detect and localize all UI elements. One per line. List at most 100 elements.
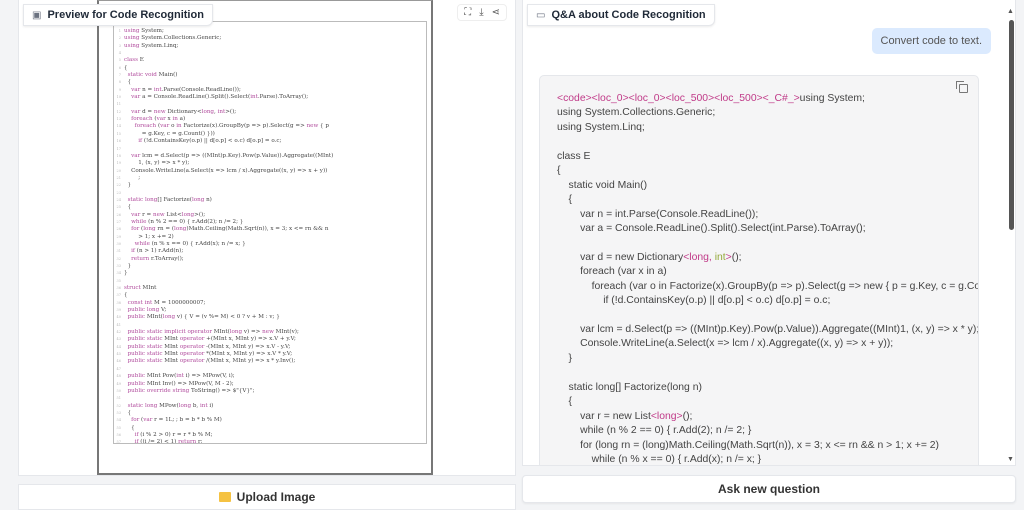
line-number: 56 (116, 432, 121, 437)
code-token: if (!d.ContainsKey(o.p) || d[o.p] < o.c)… (557, 295, 831, 307)
code-image-line: 28 for (long rn = (long)Math.Ceiling(Mat… (114, 226, 426, 233)
code-image-line: 50 public override string ToString() => … (114, 388, 426, 395)
code-image-line: 43 public static MInt operator +(MInt x,… (114, 336, 426, 343)
answer-line: using System.Linq; (557, 121, 978, 135)
code-image-line: 3 using System.Linq; (114, 43, 426, 50)
code-text: var r = new List<long>(); (131, 211, 206, 218)
code-image-line: 32 return r.ToArray(); (114, 256, 426, 263)
line-number: 51 (116, 396, 121, 401)
answer-line: var lcm = d.Select(p => ((MInt)p.Key).Po… (557, 323, 978, 337)
answer-line: while (n % x == 0) { r.Add(x); n /= x; } (557, 453, 978, 465)
code-image-line: 26 var r = new List<long>(); (114, 212, 426, 219)
code-image-line: 14 foreach (var o in Factorize(x).GroupB… (114, 123, 426, 130)
code-image-line: 35 (114, 278, 426, 285)
line-number: 15 (116, 131, 121, 136)
answer-line (557, 135, 978, 149)
line-number: 41 (116, 322, 121, 327)
line-number: 53 (116, 410, 121, 415)
code-token: var r = new List (557, 410, 651, 422)
code-text: { (124, 204, 132, 211)
line-number: 50 (116, 388, 121, 393)
line-number: 48 (116, 374, 121, 379)
code-text: class E (124, 57, 144, 64)
code-text: } (124, 182, 132, 189)
answer-line: class E (557, 150, 978, 164)
upload-label: Upload Image (236, 490, 316, 504)
code-image-line: 4 (114, 50, 426, 57)
fullscreen-icon[interactable]: ⛶ (464, 7, 471, 18)
line-number: 43 (116, 337, 121, 342)
code-token: static void Main() (557, 179, 648, 191)
line-number: 20 (116, 168, 121, 173)
qa-label: ▭ Q&A about Code Recognition (527, 4, 715, 26)
code-image-line: 21 ; (114, 175, 426, 182)
code-image-line: 11 (114, 101, 426, 108)
code-image-line: 51 (114, 395, 426, 402)
code-text: > 1; x += 2) (124, 233, 174, 240)
folder-icon (218, 492, 231, 502)
line-number: 49 (116, 381, 121, 386)
answer-line: foreach (var x in a) (557, 265, 978, 279)
user-message: Convert code to text. (871, 28, 991, 54)
line-number: 46 (116, 359, 121, 364)
code-image-line: 31 if (n > 1) r.Add(n); (114, 248, 426, 255)
answer-line: var d = new Dictionary<long, int>(); (557, 251, 978, 265)
copy-icon[interactable] (956, 81, 968, 93)
code-token: var lcm = d.Select(p => ((MInt)p.Key).Po… (557, 324, 979, 335)
answer-line: foreach (var o in Factorize(x).GroupBy(p… (557, 280, 978, 294)
code-text: public MInt Inv() => MPow(V, M - 2); (127, 380, 234, 387)
scroll-up-icon[interactable]: ▲ (1007, 8, 1014, 15)
code-token: var d = new Dictionary (557, 251, 684, 263)
code-text: for (long rn = (long)Math.Ceiling(Math.S… (131, 226, 329, 233)
code-image-line: 34} (114, 270, 426, 277)
code-image: 1 using System; 2 using System.Collections.… (113, 21, 427, 444)
code-text: ; (124, 174, 141, 181)
line-number: 1 (118, 29, 121, 33)
share-icon[interactable]: ⋖ (492, 7, 500, 18)
scroll-down-icon[interactable]: ▼ (1007, 456, 1014, 463)
code-image-line: 40 public MInt(long v) { V = (v %= M) < … (114, 314, 426, 321)
line-number: 14 (116, 124, 121, 129)
code-text: using System.Linq; (124, 42, 179, 49)
line-number: 39 (116, 308, 121, 313)
line-number: 38 (116, 300, 121, 305)
code-token: { (557, 165, 561, 177)
line-number: 6 (118, 65, 121, 70)
code-image-line: 8 { (114, 79, 426, 86)
chat-scrollbar[interactable]: ▲ ▼ (1006, 8, 1016, 463)
answer-line: var a = Console.ReadLine().Split().Selec… (557, 222, 978, 236)
answer-line (557, 366, 978, 380)
upload-image-button[interactable]: Upload Image (18, 484, 516, 510)
line-number: 47 (116, 366, 121, 371)
code-image-line: 10 var a = Console.ReadLine().Split().Se… (114, 94, 426, 101)
code-text: { (124, 64, 128, 71)
line-number: 5 (118, 58, 121, 63)
code-token: using System.Collections.Generic; (557, 107, 716, 119)
scrollbar-thumb[interactable] (1009, 20, 1014, 230)
code-image-line: 9 var n = int.Parse(Console.ReadLine()); (114, 87, 426, 94)
line-number: 29 (116, 234, 121, 239)
code-image-line: 36 struct MInt (114, 285, 426, 292)
line-number: 10 (116, 95, 121, 100)
code-image-line: 6{ (114, 65, 426, 72)
answer-code-block: <code><loc_0><loc_0><loc_500><loc_500><_… (539, 75, 979, 465)
code-image-line: 5 class E (114, 57, 426, 64)
ask-new-question-button[interactable]: Ask new question (522, 475, 1016, 503)
line-number: 3 (118, 43, 121, 48)
answer-line (557, 309, 978, 323)
code-image-line: 20 Console.WriteLine(a.Select(x => lcm /… (114, 168, 426, 175)
download-icon[interactable]: ⤓ (479, 7, 483, 18)
preview-image: 1 using System; 2 using System.Collections.… (97, 0, 433, 475)
code-image-line: 7 static void Main() (114, 72, 426, 79)
line-number: 9 (118, 87, 121, 92)
code-text: if (n > 1) r.Add(n); (131, 248, 184, 255)
code-token: foreach (var o in Factorize(x).GroupBy(p… (557, 280, 979, 292)
image-toolbar: ⛶ ⤓ ⋖ (457, 4, 507, 21)
answer-line: static long[] Factorize(long n) (557, 381, 978, 395)
answer-line (557, 236, 978, 250)
code-token: <long> (650, 410, 683, 422)
line-number: 25 (116, 205, 121, 210)
code-token: for (long rn = (long)Math.Ceiling(Math.S… (557, 439, 940, 451)
line-number: 24 (116, 197, 121, 202)
line-number: 22 (116, 183, 121, 188)
